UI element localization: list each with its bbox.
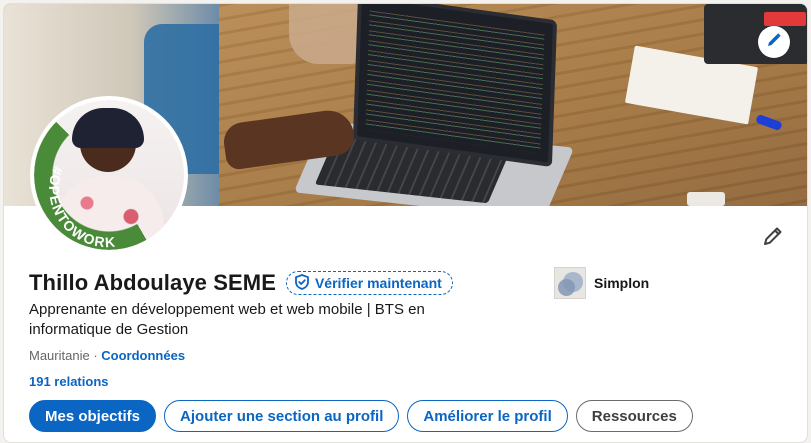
- my-goals-button[interactable]: Mes objectifs: [29, 400, 157, 432]
- profile-photo[interactable]: #OPENTOWORK: [30, 96, 188, 254]
- shield-check-icon: [295, 273, 309, 293]
- open-to-work-badge: #OPENTOWORK: [46, 165, 117, 250]
- connections-link[interactable]: 191 relations: [29, 374, 109, 389]
- company-logo: [554, 267, 586, 299]
- profile-card: #OPENTOWORK Thillo Abdoulaye SEME Vérifi…: [3, 3, 808, 443]
- improve-profile-button[interactable]: Améliorer le profil: [407, 400, 568, 432]
- banner-laptop-screen: [352, 4, 558, 168]
- location-line: Mauritanie · Coordonnées: [29, 348, 185, 363]
- verify-now-button[interactable]: Vérifier maintenant: [285, 271, 453, 295]
- edit-banner-button[interactable]: [758, 26, 790, 58]
- avatar: #OPENTOWORK: [34, 100, 184, 250]
- company-name: Simplon: [594, 275, 650, 291]
- name-row: Thillo Abdoulaye SEME Vérifier maintenan…: [29, 270, 453, 296]
- profile-name: Thillo Abdoulaye SEME: [29, 270, 276, 295]
- banner-code-lines: [365, 6, 545, 154]
- resources-button[interactable]: Ressources: [575, 400, 693, 432]
- svg-text:#OPENTOWORK: #OPENTOWORK: [46, 165, 117, 250]
- add-profile-section-button[interactable]: Ajouter une section au profil: [164, 400, 400, 432]
- location-text: Mauritanie: [29, 348, 90, 363]
- profile-actions: Mes objectifs Ajouter une section au pro…: [29, 400, 693, 432]
- current-company[interactable]: Simplon: [554, 267, 649, 299]
- verify-now-label: Vérifier maintenant: [314, 275, 442, 291]
- company-logo-circle: [558, 279, 575, 296]
- open-to-work-text: #OPENTOWORK: [46, 165, 115, 250]
- edit-profile-button[interactable]: [760, 225, 786, 251]
- contact-info-link[interactable]: Coordonnées: [101, 348, 185, 363]
- profile-headline: Apprenante en développement web et web m…: [29, 301, 425, 338]
- banner-box: [687, 192, 725, 206]
- location-separator: ·: [89, 348, 102, 363]
- banner-device-label: [764, 12, 806, 26]
- pencil-icon: [766, 32, 782, 53]
- pencil-icon: [762, 225, 784, 252]
